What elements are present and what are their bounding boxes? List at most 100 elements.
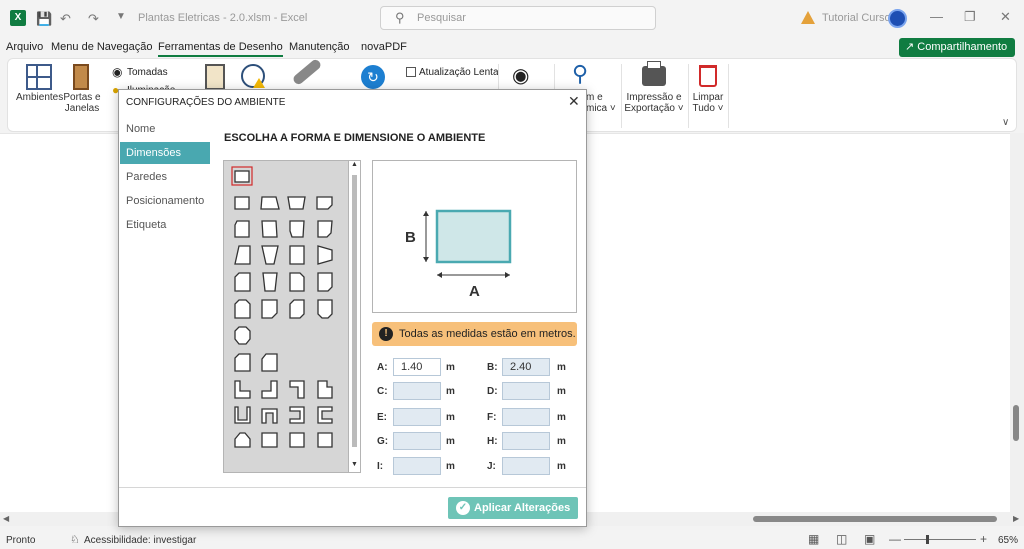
scroll-left-icon[interactable]: ◀ bbox=[3, 514, 9, 523]
shape-option[interactable] bbox=[261, 380, 278, 399]
field-a-input[interactable]: 1.40 bbox=[393, 358, 441, 376]
tab-novapdf[interactable]: novaPDF bbox=[361, 41, 407, 53]
zoom-slider[interactable] bbox=[904, 539, 976, 540]
shape-option[interactable] bbox=[234, 432, 251, 448]
customize-toolbar-icon[interactable]: ▼ bbox=[116, 11, 126, 22]
field-f-input[interactable] bbox=[502, 408, 550, 426]
nav-item-paredes[interactable]: Paredes bbox=[120, 166, 210, 188]
ribbon-impressao-label[interactable]: Impressão e bbox=[624, 92, 684, 103]
close-icon[interactable]: ✕ bbox=[568, 93, 580, 110]
vertical-scroll-thumb[interactable] bbox=[1013, 405, 1019, 441]
close-window-icon[interactable]: ✕ bbox=[1000, 9, 1011, 25]
page-layout-icon[interactable]: ◫ bbox=[836, 532, 847, 546]
shape-option[interactable] bbox=[261, 408, 278, 424]
ribbon-exportacao-label[interactable]: Exportação ˅ bbox=[624, 103, 684, 114]
field-i-input[interactable] bbox=[393, 457, 441, 475]
shape-option[interactable] bbox=[234, 299, 251, 319]
avatar[interactable] bbox=[888, 9, 907, 28]
shape-option[interactable] bbox=[289, 406, 305, 424]
refresh-icon[interactable]: ↻ bbox=[361, 65, 385, 89]
conduit-icon[interactable] bbox=[291, 57, 323, 87]
scroll-down-icon[interactable]: ▼ bbox=[351, 461, 358, 468]
nav-item-dimensoes[interactable]: Dimensões bbox=[120, 142, 210, 164]
hide-eye-icon[interactable]: ◉ bbox=[512, 63, 529, 88]
shape-option[interactable] bbox=[317, 406, 333, 424]
shape-option[interactable] bbox=[261, 299, 278, 319]
shape-gallery-scroll-thumb[interactable] bbox=[352, 175, 357, 447]
shape-option[interactable] bbox=[317, 380, 333, 399]
collapse-ribbon-icon[interactable]: ∨ bbox=[1002, 117, 1009, 128]
shape-option[interactable] bbox=[234, 272, 251, 292]
shape-option[interactable] bbox=[317, 272, 333, 292]
shape-gallery-scrollbar[interactable]: ▲ ▼ bbox=[348, 160, 361, 473]
shape-option[interactable] bbox=[261, 245, 279, 265]
ribbon-limpar-label[interactable]: Limpar bbox=[692, 92, 724, 103]
normal-view-icon[interactable]: ▦ bbox=[808, 532, 819, 546]
shape-option[interactable] bbox=[287, 196, 306, 210]
zoom-slider-thumb[interactable] bbox=[926, 535, 929, 544]
field-g-input[interactable] bbox=[393, 432, 441, 450]
tab-ferramentas-desenho[interactable]: Ferramentas de Desenho bbox=[158, 41, 283, 57]
shape-option[interactable] bbox=[289, 220, 305, 238]
shape-option[interactable] bbox=[234, 326, 251, 345]
shape-option[interactable] bbox=[289, 299, 305, 319]
shape-rectangle[interactable] bbox=[234, 170, 250, 183]
scroll-up-icon[interactable]: ▲ bbox=[351, 161, 358, 168]
warning-icon[interactable] bbox=[801, 11, 815, 24]
shape-gallery[interactable] bbox=[223, 160, 361, 473]
shape-option[interactable] bbox=[317, 245, 333, 265]
shape-option[interactable] bbox=[234, 380, 251, 399]
shape-option[interactable] bbox=[234, 406, 251, 424]
shape-option[interactable] bbox=[261, 220, 278, 238]
nav-item-posicionamento[interactable]: Posicionamento bbox=[120, 190, 210, 212]
shape-option[interactable] bbox=[317, 299, 333, 319]
ribbon-ambientes-label[interactable]: Ambientes bbox=[16, 92, 63, 103]
printer-icon[interactable] bbox=[642, 61, 666, 86]
ribbon-portas-label[interactable]: Portas e bbox=[63, 92, 101, 103]
nav-item-etiqueta[interactable]: Etiqueta bbox=[120, 214, 210, 236]
tab-arquivo[interactable]: Arquivo bbox=[6, 41, 43, 53]
field-h-input[interactable] bbox=[502, 432, 550, 450]
shape-option[interactable] bbox=[234, 196, 250, 210]
trash-icon[interactable] bbox=[699, 65, 717, 87]
undo-icon[interactable]: ↶ bbox=[60, 11, 71, 27]
shape-option[interactable] bbox=[289, 245, 305, 265]
field-d-input[interactable] bbox=[502, 382, 550, 400]
ribbon-janelas-label[interactable]: Janelas bbox=[63, 103, 101, 114]
ribbon-tudo-label[interactable]: Tudo ˅ bbox=[692, 103, 724, 114]
scroll-right-icon[interactable]: ▶ bbox=[1013, 514, 1019, 523]
shape-option[interactable] bbox=[316, 196, 333, 210]
slow-update-label[interactable]: Atualização Lenta bbox=[419, 67, 499, 78]
door-icon[interactable] bbox=[73, 64, 89, 90]
user-name[interactable]: Tutorial Cursos bbox=[822, 12, 896, 24]
search-box[interactable]: ⚲ Pesquisar bbox=[380, 6, 656, 30]
shape-option[interactable] bbox=[260, 196, 280, 210]
nav-item-nome[interactable]: Nome bbox=[120, 118, 210, 140]
shape-option[interactable] bbox=[317, 432, 333, 448]
ribbon-zoom-label-2[interactable]: mica ˅ bbox=[586, 103, 622, 114]
hazard-icon[interactable] bbox=[241, 64, 265, 88]
ribbon-tomadas-label[interactable]: Tomadas bbox=[127, 67, 168, 78]
slow-update-checkbox[interactable] bbox=[406, 67, 416, 77]
tab-manutencao[interactable]: Manutenção bbox=[289, 41, 350, 53]
restore-icon[interactable]: ❐ bbox=[964, 9, 976, 25]
field-j-input[interactable] bbox=[502, 457, 550, 475]
minimize-icon[interactable]: — bbox=[930, 9, 943, 24]
horizontal-scroll-thumb[interactable] bbox=[753, 516, 997, 522]
redo-icon[interactable]: ↷ bbox=[88, 11, 99, 27]
save-icon[interactable]: 💾 bbox=[36, 11, 52, 27]
apply-changes-button[interactable]: ✓ Aplicar Alterações bbox=[448, 497, 578, 519]
zoom-out-icon[interactable]: — bbox=[889, 532, 901, 546]
share-button[interactable]: ↗ Compartilhamento bbox=[899, 38, 1015, 57]
field-e-input[interactable] bbox=[393, 408, 441, 426]
field-b-input[interactable]: 2.40 bbox=[502, 358, 550, 376]
ribbon-zoom-label-1[interactable]: m e bbox=[586, 92, 616, 103]
shape-option[interactable] bbox=[234, 245, 251, 265]
shape-option[interactable] bbox=[289, 272, 305, 292]
zoom-in-icon[interactable]: + bbox=[980, 532, 987, 546]
page-break-icon[interactable]: ▣ bbox=[864, 532, 875, 546]
shape-option[interactable] bbox=[234, 220, 250, 238]
rooms-icon[interactable] bbox=[26, 64, 52, 90]
shape-option[interactable] bbox=[262, 272, 278, 292]
shape-option[interactable] bbox=[317, 220, 333, 238]
